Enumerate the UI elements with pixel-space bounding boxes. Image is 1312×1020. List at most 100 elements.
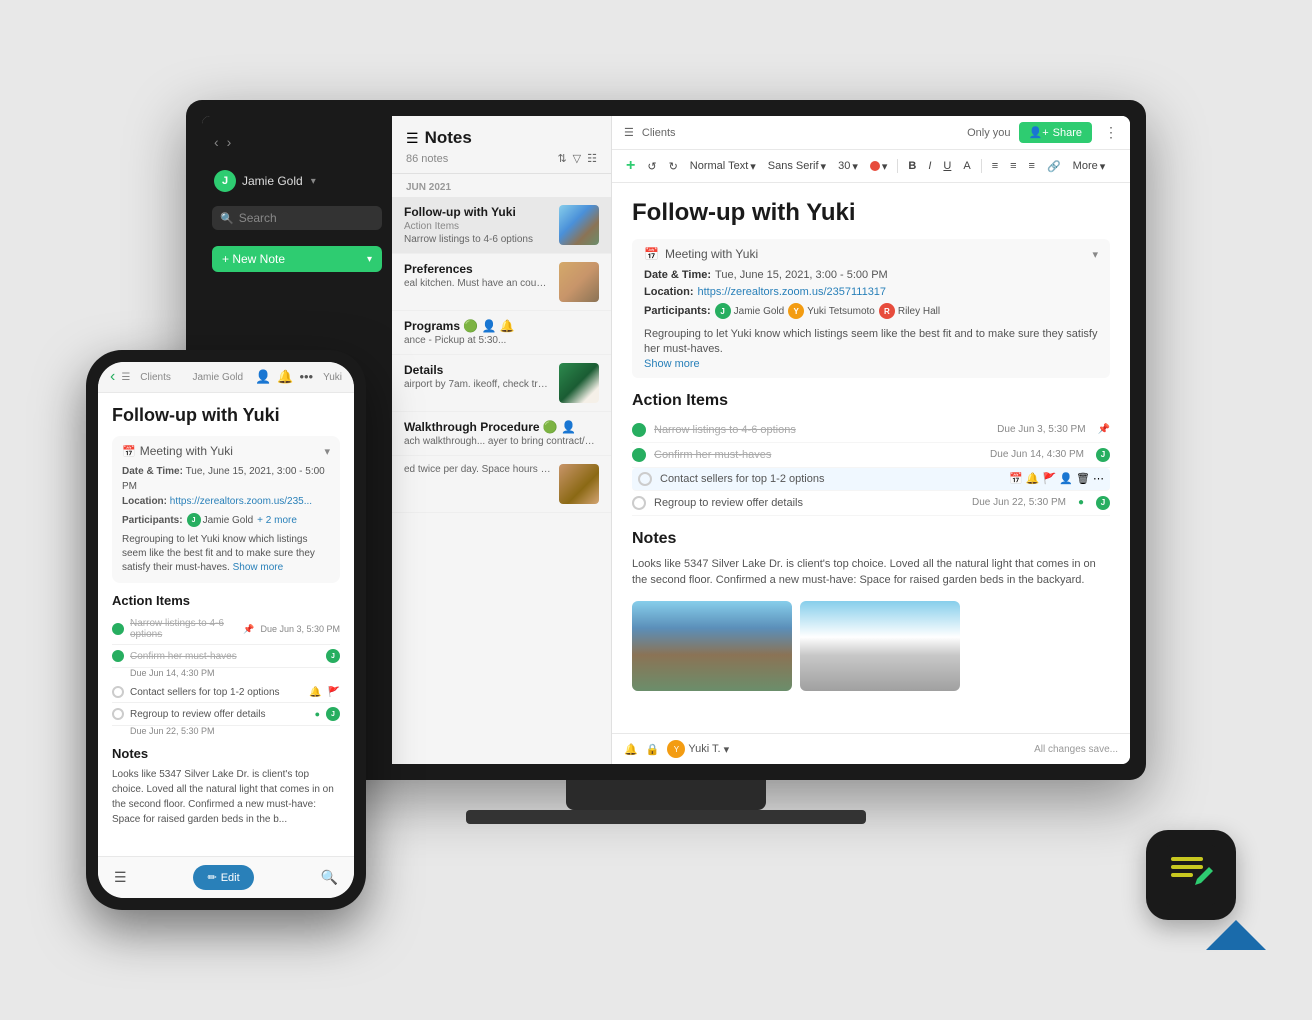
redo-button[interactable]: ↻ xyxy=(665,158,682,175)
nav-forward-icon[interactable]: › xyxy=(227,134,232,150)
note-preview: ed twice per day. Space hours apart. Ple… xyxy=(404,464,551,475)
footer-user[interactable]: Y Yuki T. ▾ xyxy=(667,740,729,758)
photo-mountain xyxy=(632,601,792,691)
font-dropdown[interactable]: Sans Serif▾ xyxy=(764,158,830,175)
search-bar[interactable]: 🔍 Search xyxy=(212,206,382,230)
user-name: Jamie Gold xyxy=(242,174,303,188)
task-checkbox[interactable] xyxy=(632,423,646,437)
phone-expand-icon[interactable]: ▾ xyxy=(324,445,330,458)
calendar-icon[interactable]: 📅 xyxy=(1009,472,1023,485)
task-checkbox[interactable] xyxy=(638,472,652,486)
note-thumbnail xyxy=(559,205,599,245)
more-icon[interactable]: ⋯ xyxy=(1093,472,1104,485)
task-list-button[interactable]: ≡ xyxy=(1025,158,1039,174)
phone-edit-button[interactable]: ✏ Edit xyxy=(193,865,253,890)
numbered-list-button[interactable]: ≡ xyxy=(1006,158,1020,174)
trash-icon[interactable]: 🗑 xyxy=(1076,472,1090,485)
phone-task-checkbox[interactable] xyxy=(112,650,124,662)
bell-footer-icon[interactable]: 🔔 xyxy=(624,743,638,756)
phone-search-icon[interactable]: 🔍 xyxy=(321,869,338,886)
action-item: Regroup to review offer details Due Jun … xyxy=(632,491,1110,516)
person-icon[interactable]: 👤 xyxy=(1059,472,1073,485)
phone-action-text: Contact sellers for top 1-2 options xyxy=(130,687,303,698)
phone-task-checkbox[interactable] xyxy=(112,686,124,698)
bold-button[interactable]: B xyxy=(904,158,920,174)
note-item[interactable]: Walkthrough Procedure 🟢 👤 ach walkthroug… xyxy=(392,412,611,456)
phone-flag-icon[interactable]: 🚩 xyxy=(328,687,340,698)
task-checkbox[interactable] xyxy=(632,448,646,462)
phone-notes-text: Looks like 5347 Silver Lake Dr. is clien… xyxy=(112,767,340,827)
phone-user-icon[interactable]: 👤 xyxy=(255,369,271,385)
action-item-active: Contact sellers for top 1-2 options 📅 🔔 … xyxy=(632,468,1110,491)
lock-footer-icon[interactable]: 🔒 xyxy=(646,743,660,756)
phone-task-checkbox[interactable] xyxy=(112,623,124,635)
highlight-button[interactable]: A xyxy=(959,158,974,174)
phone-contact-label: Jamie Gold xyxy=(192,372,243,383)
bell-icon[interactable]: 🔔 xyxy=(1026,472,1040,485)
note-editor: ☰ Clients Only you 👤+ Share ⋮ + xyxy=(612,116,1130,764)
phone-menu-icon[interactable]: ☰ xyxy=(114,869,127,886)
italic-button[interactable]: I xyxy=(924,158,935,174)
note-item[interactable]: Follow-up with Yuki Action Items Narrow … xyxy=(392,197,611,254)
font-size-dropdown[interactable]: 30▾ xyxy=(834,158,862,175)
action-text: Regroup to review offer details xyxy=(654,497,964,509)
show-more-button[interactable]: Show more xyxy=(644,358,700,370)
color-picker[interactable]: ▾ xyxy=(866,158,892,175)
user-row[interactable]: J Jamie Gold ▾ xyxy=(202,164,392,198)
phone-bell-icon[interactable]: 🔔 xyxy=(277,369,293,385)
phone-action-item: Contact sellers for top 1-2 options 🔔 🚩 xyxy=(112,682,340,703)
underline-button[interactable]: U xyxy=(939,158,955,174)
share-button[interactable]: 👤+ Share xyxy=(1019,122,1092,143)
participant-riley: R Riley Hall xyxy=(879,303,940,319)
nav-back-icon[interactable]: ‹ xyxy=(214,134,219,150)
phone-more-participants[interactable]: + 2 more xyxy=(257,515,297,526)
note-item[interactable]: Programs 🟢 👤 🔔 ance - Pickup at 5:30... xyxy=(392,311,611,355)
location-label: Location: xyxy=(644,286,694,298)
avatar: J xyxy=(214,170,236,192)
view-button[interactable]: ☷ xyxy=(587,152,597,165)
note-subtitle: Action Items xyxy=(404,221,551,232)
meeting-expand-button[interactable]: ▾ xyxy=(1092,248,1098,261)
phone-show-more[interactable]: Show more xyxy=(233,562,284,573)
note-item[interactable]: ed twice per day. Space hours apart. Ple… xyxy=(392,456,611,513)
action-tools: 📅 🔔 🚩 👤 🗑 ⋯ xyxy=(1009,472,1104,485)
action-due: Due Jun 14, 4:30 PM xyxy=(990,449,1084,460)
text-style-dropdown[interactable]: Normal Text▾ xyxy=(686,158,760,175)
phone-participants: Participants: J Jamie Gold + 2 more xyxy=(122,513,330,527)
action-item: Narrow listings to 4-6 options Due Jun 3… xyxy=(632,418,1110,443)
phone-bell-task-icon[interactable]: 🔔 xyxy=(309,687,321,698)
note-item[interactable]: Preferences eal kitchen. Must have an co… xyxy=(392,254,611,311)
link-button[interactable]: 🔗 xyxy=(1043,158,1065,175)
phone-more-icon[interactable]: ••• xyxy=(299,369,313,385)
new-note-button[interactable]: + New Note ▾ xyxy=(212,246,382,272)
phone-back-button[interactable]: ‹ xyxy=(110,368,115,386)
note-item[interactable]: Details airport by 7am. ikeoff, check tr… xyxy=(392,355,611,412)
meeting-title: 📅 Meeting with Yuki xyxy=(644,247,758,261)
phone-action-item: Regroup to review offer details ● J xyxy=(112,703,340,726)
bullet-list-button[interactable]: ≡ xyxy=(988,158,1002,174)
new-note-dropdown-icon[interactable]: ▾ xyxy=(367,254,372,265)
flag-icon[interactable]: 🚩 xyxy=(1043,472,1057,485)
undo-button[interactable]: ↺ xyxy=(643,158,660,175)
phone-action-item: Confirm her must-haves J xyxy=(112,645,340,668)
task-checkbox[interactable] xyxy=(632,496,646,510)
photo-row xyxy=(632,601,1110,691)
pin-icon: 📌 xyxy=(1098,424,1110,435)
sort-button[interactable]: ⇅ xyxy=(557,152,566,165)
saved-status: All changes save... xyxy=(1034,744,1118,755)
more-options-button[interactable]: ⋮ xyxy=(1104,124,1118,141)
phone-location-label: Location: xyxy=(122,496,167,507)
filter-button[interactable]: ▽ xyxy=(573,152,581,165)
participants-label: Participants: xyxy=(644,305,711,317)
phone-participant-name: Jamie Gold xyxy=(203,515,254,526)
add-button[interactable]: + xyxy=(622,155,639,177)
phone-pin-icon: 📌 xyxy=(243,624,254,635)
more-dropdown[interactable]: More▾ xyxy=(1069,158,1110,175)
location-link[interactable]: https://zerealtors.zoom.us/2357111317 xyxy=(698,286,887,298)
note-preview: Narrow listings to 4-6 options xyxy=(404,234,551,245)
phone-location-url[interactable]: https://zerealtors.zoom.us/235... xyxy=(170,496,312,507)
phone-meeting-title-text: Meeting with Yuki xyxy=(140,444,233,458)
search-placeholder: Search xyxy=(239,211,277,225)
edit-pencil-icon: ✏ xyxy=(207,871,216,884)
phone-task-checkbox[interactable] xyxy=(112,708,124,720)
